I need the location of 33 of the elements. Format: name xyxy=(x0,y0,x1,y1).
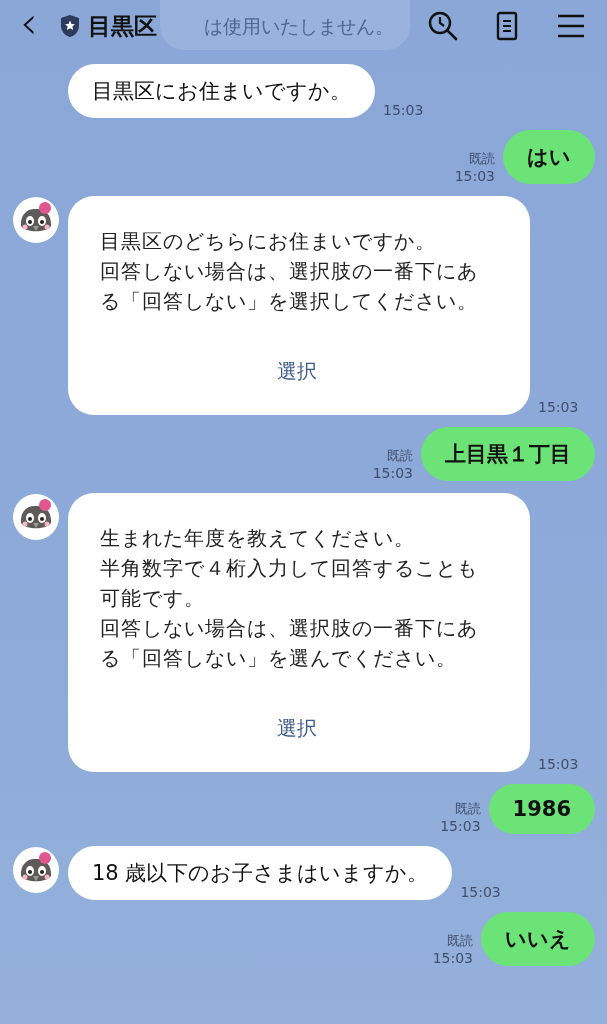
read-receipt: 既読 xyxy=(469,150,495,168)
timestamp: 15:03 xyxy=(383,102,424,118)
timestamp: 15:03 xyxy=(538,399,579,415)
select-button[interactable]: 選択 xyxy=(267,354,327,389)
faded-message: は使用いたしません。 xyxy=(160,0,410,50)
read-receipt: 既読 xyxy=(454,800,481,818)
message-bubble: 上目黒１丁目 xyxy=(421,427,595,481)
read-receipt: 既読 xyxy=(387,447,413,465)
timestamp: 15:03 xyxy=(432,950,473,966)
message-text: 回答しない場合は、選択肢の一番下にある「回答しない」を選んでください。 xyxy=(100,615,479,672)
message-text: 目黒区のどちらにお住まいですか。 xyxy=(100,228,437,255)
message-text: 回答しない場合は、選択肢の一番下にある「回答しない」を選択してください。 xyxy=(100,258,479,315)
message-bubble: 目黒区にお住まいですか。 xyxy=(68,64,375,118)
message-text: 半角数字で４桁入力して回答することも可能です。 xyxy=(100,555,479,612)
timestamp: 15:03 xyxy=(372,465,413,481)
bird-avatar-icon[interactable] xyxy=(12,846,60,894)
search-icon[interactable] xyxy=(427,10,459,42)
bird-avatar-icon[interactable] xyxy=(12,196,60,244)
timestamp: 15:03 xyxy=(454,168,495,184)
back-button[interactable]: ‹ xyxy=(20,3,60,49)
timestamp: 15:03 xyxy=(538,756,579,772)
bird-avatar-icon[interactable] xyxy=(12,493,60,541)
message-bubble: いいえ xyxy=(481,912,595,966)
select-button[interactable]: 選択 xyxy=(267,711,327,746)
message-bubble: 1986 xyxy=(488,784,595,834)
read-receipt: 既読 xyxy=(447,932,473,950)
message-bubble: 18 歳以下のお子さまはいますか。 xyxy=(68,846,453,900)
chat-title: 目黒区 xyxy=(87,11,157,41)
timestamp: 15:03 xyxy=(440,818,481,834)
shield-star-icon xyxy=(59,14,80,38)
timestamp: 15:03 xyxy=(460,884,501,900)
message-bubble: はい xyxy=(503,130,595,184)
message-text: 生まれた年度を教えてください。 xyxy=(100,525,416,552)
